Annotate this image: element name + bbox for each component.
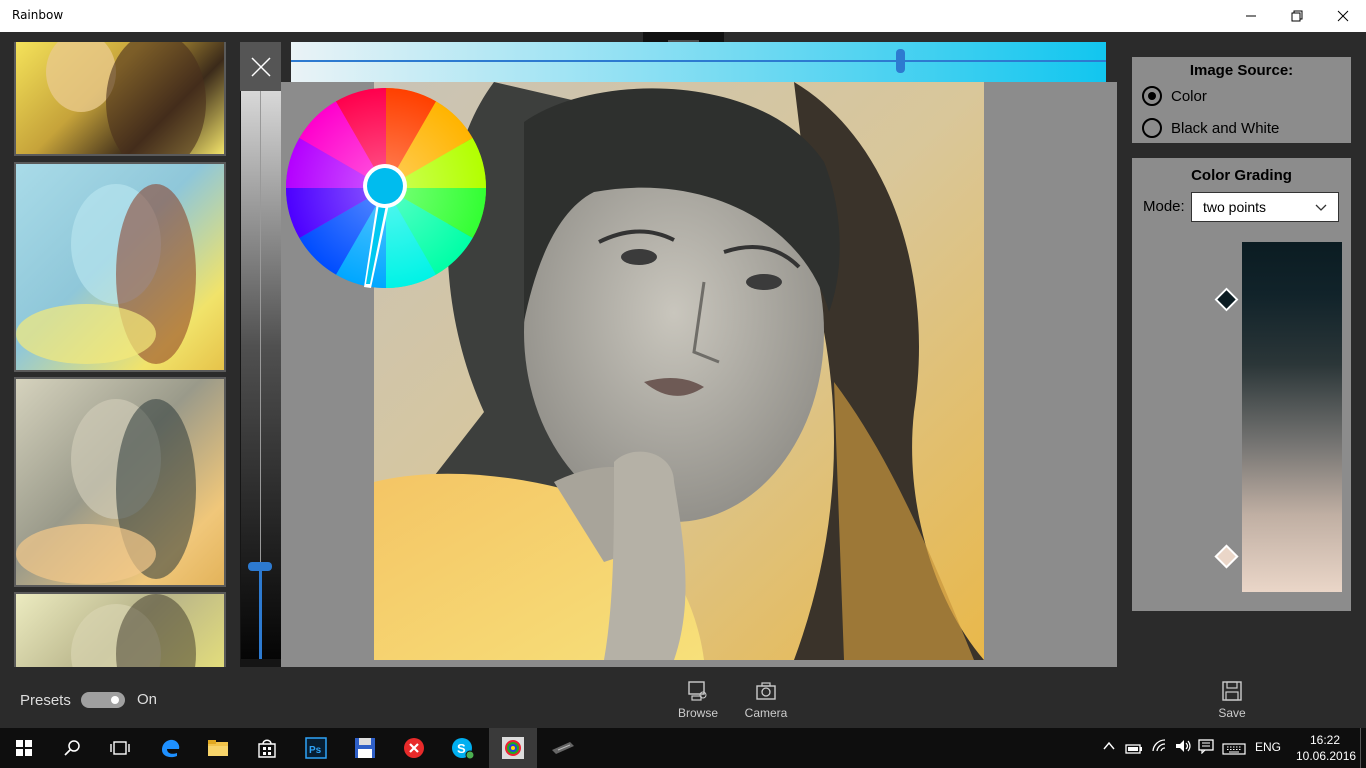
browse-label: Browse (677, 706, 718, 720)
taskbar-app-store[interactable] (243, 728, 291, 768)
photoshop-icon: Ps (305, 737, 327, 759)
radio-black-and-white-label: Black and White (1171, 119, 1280, 137)
language-indicator[interactable]: ENG (1255, 740, 1281, 754)
notifications-tray[interactable] (1197, 738, 1215, 758)
battery-icon (1125, 744, 1142, 754)
close-app-icon (404, 738, 424, 758)
volume-tray[interactable] (1174, 738, 1192, 758)
svg-text:S: S (457, 741, 466, 756)
keyboard-tray[interactable] (1222, 740, 1246, 759)
skype-icon: S (452, 738, 475, 760)
store-icon (258, 739, 276, 758)
minimize-icon (1246, 15, 1256, 17)
close-button[interactable] (1320, 0, 1366, 32)
toggle-knob (111, 696, 119, 704)
volume-icon (1176, 740, 1191, 752)
camera-icon (756, 682, 776, 700)
battery-tray[interactable] (1125, 740, 1143, 759)
taskbar-app-photoshop[interactable]: Ps (292, 728, 340, 768)
chevron-down-icon (1315, 204, 1327, 211)
task-view-button[interactable] (96, 728, 144, 768)
image-source-title: Image Source: (1189, 62, 1294, 79)
browse-icon (688, 681, 707, 701)
portrait-thumbnail-image (16, 184, 196, 364)
browse-button[interactable]: Browse (668, 680, 728, 720)
taskbar-app-rainbow[interactable] (489, 728, 537, 768)
preset-list[interactable] (14, 42, 226, 667)
hue-wheel-graphic (286, 88, 486, 288)
grading-gradient-bar[interactable] (1242, 242, 1342, 592)
mode-label: Mode: (1143, 198, 1185, 215)
slider-thumb[interactable] (248, 562, 272, 571)
preset-thumbnail[interactable] (14, 592, 226, 667)
message-icon (1198, 739, 1214, 755)
mode-dropdown-value: two points (1203, 199, 1267, 215)
windows-start-icon (16, 740, 32, 756)
task-view-icon (110, 741, 130, 755)
chevron-up-icon (1103, 741, 1115, 750)
portrait-thumbnail-image (71, 594, 196, 667)
pen-tablet-icon (552, 742, 574, 754)
close-wheel-button[interactable] (240, 42, 281, 91)
portrait-thumbnail-image (46, 42, 206, 154)
taskbar-search[interactable] (48, 728, 96, 768)
preset-thumbnail[interactable] (14, 162, 226, 372)
radio-checked-icon (1142, 86, 1162, 106)
start-button[interactable] (0, 728, 48, 768)
radio-color-label: Color (1171, 87, 1207, 105)
presets-toggle-state: On (137, 691, 158, 708)
taskbar-app-save[interactable] (341, 728, 389, 768)
hue-slider-thumb[interactable] (896, 49, 905, 73)
radio-unchecked-icon (1142, 118, 1162, 138)
save-icon (1222, 681, 1242, 701)
svg-text:Ps: Ps (309, 745, 322, 756)
preset-thumbnail[interactable] (14, 42, 226, 156)
wifi-tray[interactable] (1151, 738, 1169, 758)
hue-slider[interactable] (291, 42, 1106, 82)
color-wheel[interactable] (285, 87, 487, 289)
minimize-button[interactable] (1228, 0, 1274, 32)
window-title: Rainbow (12, 8, 64, 22)
close-icon (1337, 10, 1349, 22)
preset-thumbnail[interactable] (14, 377, 226, 587)
radio-black-and-white[interactable]: Black and White (1142, 118, 1279, 138)
radio-color[interactable]: Color (1142, 86, 1207, 106)
taskbar-app-tablet[interactable] (539, 728, 587, 768)
camera-button[interactable]: Camera (736, 680, 796, 720)
highlight-point-handle[interactable] (1214, 544, 1239, 569)
title-bar (0, 0, 1366, 32)
restore-button[interactable] (1274, 0, 1320, 32)
slider-fill (259, 567, 262, 659)
hue-slider-rail (291, 60, 1106, 62)
clock-time[interactable]: 16:22 (1310, 733, 1340, 747)
camera-label: Camera (744, 706, 788, 720)
portrait-thumbnail-image (16, 399, 196, 584)
mode-dropdown[interactable]: two points (1191, 192, 1339, 222)
slider-rail (260, 91, 261, 567)
restore-icon (1291, 10, 1303, 22)
keyboard-icon (1222, 743, 1246, 755)
search-icon (64, 740, 80, 756)
file-explorer-icon (208, 740, 228, 756)
color-grading-panel: Color Grading Mode: two points (1132, 158, 1351, 611)
save-disk-icon (355, 738, 375, 758)
show-desktop-button[interactable] (1360, 728, 1366, 768)
taskbar-app-explorer[interactable] (194, 728, 242, 768)
clock-date[interactable]: 10.06.2016 (1296, 749, 1356, 763)
save-button[interactable]: Save (1202, 680, 1262, 720)
close-icon (250, 56, 271, 77)
wifi-icon (1152, 739, 1166, 752)
taskbar-app-edge[interactable] (146, 728, 194, 768)
taskbar-app-close[interactable] (390, 728, 438, 768)
image-source-panel: Image Source: Color Black and White (1132, 57, 1351, 143)
tray-overflow[interactable] (1102, 738, 1116, 757)
taskbar-app-skype[interactable]: S (439, 728, 487, 768)
presets-label: Presets (20, 692, 71, 709)
rainbow-app-icon (502, 737, 524, 759)
color-grading-title: Color Grading (1191, 167, 1292, 184)
edge-icon (162, 739, 180, 758)
save-label: Save (1218, 706, 1246, 720)
shadow-point-handle[interactable] (1214, 287, 1239, 312)
